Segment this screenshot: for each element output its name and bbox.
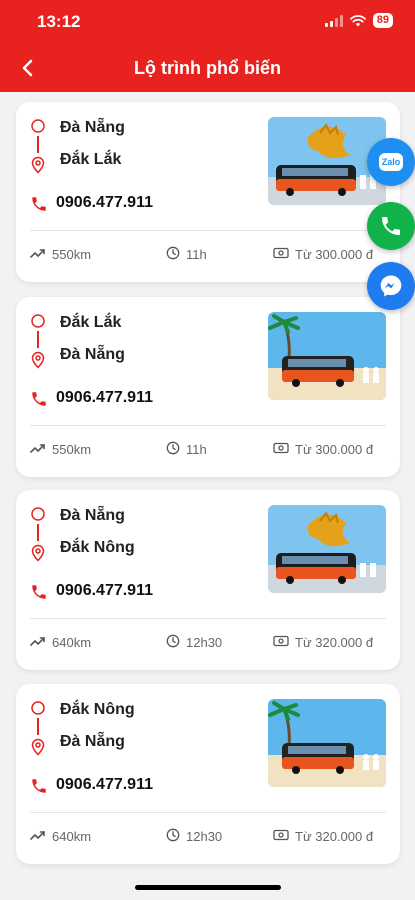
status-icons: 89 [324, 13, 393, 28]
duration-value: 11h [186, 247, 207, 262]
phone-icon [30, 777, 48, 800]
battery-indicator: 89 [372, 13, 393, 28]
origin-name: Đắk Nông [60, 701, 135, 718]
duration-info: 11h [166, 246, 207, 263]
destination-pin-icon [30, 738, 46, 761]
messenger-button[interactable] [367, 262, 415, 310]
distance-info: 550km [30, 441, 91, 458]
destination-name: Đà Nẵng [60, 733, 125, 750]
duration-value: 12h30 [186, 829, 223, 844]
distance-info: 640km [30, 634, 91, 651]
card-divider [30, 812, 386, 813]
destination-pin-icon [30, 351, 46, 374]
origin-name: Đà Nẵng [60, 507, 125, 524]
route-connector [37, 718, 39, 735]
money-icon [273, 828, 289, 845]
route-thumbnail [268, 699, 386, 787]
price-value: Từ 320.000 đ [295, 635, 374, 650]
destination-pin-icon [30, 544, 46, 567]
trend-icon [30, 246, 46, 263]
price-value: Từ 300.000 đ [295, 442, 374, 457]
signal-icon [324, 14, 343, 27]
origin-name: Đà Nẵng [60, 119, 125, 136]
money-icon [273, 246, 289, 263]
duration-value: 12h30 [186, 635, 223, 650]
distance-value: 550km [52, 247, 92, 262]
clock-icon [166, 246, 180, 263]
price-info: Từ 320.000 đ [273, 634, 373, 651]
route-card[interactable]: Đắk Lắk Đà Nẵng 0906.477.911 550km 11h Từ 300… [16, 297, 400, 477]
distance-value: 640km [52, 829, 92, 844]
clock-icon [166, 828, 180, 845]
card-divider [30, 425, 386, 426]
price-value: Từ 320.000 đ [295, 829, 374, 844]
distance-value: 640km [52, 635, 92, 650]
phone-icon [30, 195, 48, 218]
distance-info: 640km [30, 828, 91, 845]
price-info: Từ 320.000 đ [273, 828, 373, 845]
money-icon [273, 441, 289, 458]
home-indicator [135, 885, 281, 890]
status-time: 13:12 [37, 12, 81, 31]
phone-number[interactable]: 0906.477.911 [56, 582, 153, 600]
phone-number[interactable]: 0906.477.911 [56, 776, 153, 794]
phone-icon [30, 583, 48, 606]
destination-name: Đà Nẵng [60, 346, 125, 363]
destination-name: Đắk Lắk [60, 151, 122, 168]
price-value: Từ 300.000 đ [295, 247, 374, 262]
page-title: Lộ trình phổ biến [134, 58, 281, 78]
call-button[interactable] [367, 202, 415, 250]
money-icon [273, 634, 289, 651]
card-divider [30, 618, 386, 619]
card-divider [30, 230, 386, 231]
trend-icon [30, 828, 46, 845]
route-connector [37, 136, 39, 153]
distance-value: 550km [52, 442, 92, 457]
clock-icon [166, 441, 180, 458]
phone-icon [30, 390, 48, 413]
route-thumbnail [268, 505, 386, 593]
clock-icon [166, 634, 180, 651]
messenger-icon [380, 275, 402, 297]
route-card[interactable]: Đà Nẵng Đắk Nông 0906.477.911 640km 12h30 Từ … [16, 490, 400, 670]
price-info: Từ 300.000 đ [273, 246, 373, 263]
route-connector [37, 524, 39, 541]
route-card[interactable]: Đà Nẵng Đắk Lắk 0906.477.911 550km 11h Từ 300… [16, 102, 400, 282]
zalo-icon: Zalo [378, 153, 404, 171]
origin-name: Đắk Lắk [60, 314, 122, 331]
duration-info: 11h [166, 441, 207, 458]
distance-info: 550km [30, 246, 91, 263]
duration-value: 11h [186, 442, 207, 457]
price-info: Từ 300.000 đ [273, 441, 373, 458]
duration-info: 12h30 [166, 828, 222, 845]
wifi-icon [349, 14, 366, 26]
route-connector [37, 331, 39, 348]
route-card[interactable]: Đắk Nông Đà Nẵng 0906.477.911 640km 12h30 Từ … [16, 684, 400, 864]
duration-info: 12h30 [166, 634, 222, 651]
zalo-button[interactable]: Zalo [367, 138, 415, 186]
destination-name: Đắk Nông [60, 539, 135, 556]
phone-icon [382, 217, 400, 235]
destination-pin-icon [30, 156, 46, 179]
phone-number[interactable]: 0906.477.911 [56, 389, 153, 407]
status-bar: 13:12 89 [0, 0, 415, 46]
nav-bar: Lộ trình phổ biến [0, 46, 415, 92]
app-header: 13:12 89 Lộ trình phổ biến [0, 0, 415, 92]
phone-number[interactable]: 0906.477.911 [56, 194, 153, 212]
trend-icon [30, 441, 46, 458]
trend-icon [30, 634, 46, 651]
route-thumbnail [268, 312, 386, 400]
